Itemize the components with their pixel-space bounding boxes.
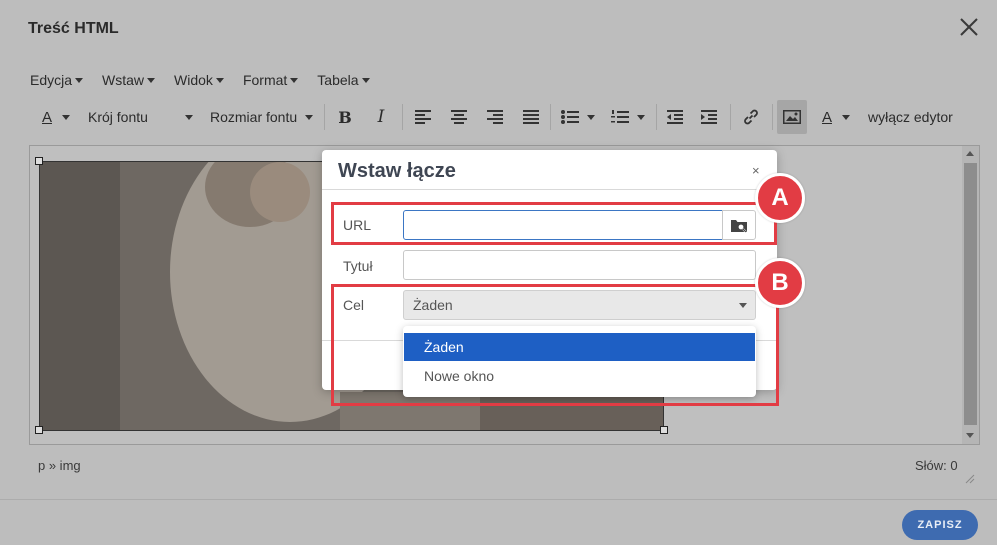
window-title: Treść HTML — [28, 20, 119, 37]
element-path: p » img — [38, 458, 81, 473]
outdent-button[interactable] — [662, 100, 688, 134]
numbered-list-button[interactable] — [606, 100, 650, 134]
indent-icon — [701, 110, 717, 124]
footer-divider — [0, 499, 997, 500]
chevron-down-icon — [184, 114, 193, 120]
align-justify-button[interactable] — [518, 100, 544, 134]
toolbar-separator — [656, 104, 657, 130]
background-color-icon: A — [821, 108, 832, 126]
menu-edycja[interactable]: Edycja — [30, 68, 84, 92]
annotation-box-a — [331, 202, 777, 245]
scroll-thumb[interactable] — [964, 163, 977, 425]
word-count: Słów: 0 — [915, 458, 958, 473]
numbered-list-icon — [611, 110, 629, 123]
align-left-icon — [415, 110, 431, 124]
font-size-select[interactable]: Rozmiar fontu — [210, 100, 325, 134]
align-left-button[interactable] — [410, 100, 436, 134]
title-input[interactable] — [403, 250, 756, 280]
align-right-icon — [487, 110, 503, 124]
menu-tabela[interactable]: Tabela — [317, 68, 370, 92]
text-color-button[interactable]: A — [34, 100, 78, 134]
align-justify-icon — [523, 110, 539, 124]
resize-handle[interactable] — [35, 426, 43, 434]
bullet-list-button[interactable] — [556, 100, 600, 134]
indent-button[interactable] — [696, 100, 722, 134]
menu-widok[interactable]: Widok — [174, 68, 224, 92]
image-icon — [783, 110, 801, 124]
menu-format[interactable]: Format — [242, 68, 299, 92]
toolbar-separator — [402, 104, 403, 130]
link-icon — [744, 109, 758, 125]
dialog-title: Wstaw łącze — [338, 160, 456, 182]
close-icon[interactable]: × — [752, 163, 760, 178]
menubar: Edycja Wstaw Widok Format Tabela — [30, 68, 389, 92]
annotation-box-b — [331, 284, 779, 406]
background-color-button[interactable]: A — [814, 100, 858, 134]
annotation-badge-a: A — [755, 173, 805, 223]
title-label: Tytuł — [343, 258, 373, 274]
scroll-up-icon[interactable] — [966, 151, 974, 156]
toolbar-separator — [550, 104, 551, 130]
chevron-down-icon — [215, 77, 224, 83]
menu-label: Tabela — [317, 72, 359, 88]
resize-grip-icon[interactable] — [963, 472, 975, 484]
toolbar-separator — [772, 104, 773, 130]
resize-handle[interactable] — [35, 157, 43, 165]
annotation-badge-b: B — [755, 258, 805, 308]
menu-label: Wstaw — [102, 72, 145, 88]
scroll-down-icon[interactable] — [966, 433, 974, 438]
chevron-down-icon — [842, 114, 850, 120]
disable-editor-button[interactable]: wyłącz edytor — [868, 100, 968, 134]
save-button[interactable]: ZAPISZ — [902, 510, 978, 540]
menu-label: Widok — [174, 72, 213, 88]
chevron-down-icon — [637, 114, 645, 120]
font-family-select[interactable]: Krój fontu — [88, 100, 198, 134]
font-family-label: Krój fontu — [88, 109, 148, 125]
italic-button[interactable]: I — [368, 100, 394, 134]
menu-label: Edycja — [30, 72, 73, 88]
chevron-down-icon — [305, 114, 314, 120]
outdent-icon — [667, 110, 683, 124]
chevron-down-icon — [62, 114, 70, 120]
bold-button[interactable]: B — [332, 100, 358, 134]
bullet-list-icon — [561, 110, 579, 124]
text-color-icon: A — [41, 108, 52, 126]
menu-wstaw[interactable]: Wstaw — [102, 68, 156, 92]
menu-label: Format — [242, 72, 288, 88]
chevron-down-icon — [75, 77, 84, 83]
font-size-label: Rozmiar fontu — [210, 109, 298, 125]
resize-handle[interactable] — [660, 426, 668, 434]
toolbar-separator — [730, 104, 731, 130]
insert-link-button[interactable] — [738, 100, 764, 134]
chevron-down-icon — [290, 77, 299, 83]
dialog-divider — [322, 189, 777, 190]
editor-scrollbar[interactable] — [962, 146, 979, 444]
insert-image-button[interactable] — [777, 100, 807, 134]
close-window-icon[interactable] — [956, 14, 982, 40]
chevron-down-icon — [587, 114, 595, 120]
chevron-down-icon — [147, 77, 156, 83]
toolbar-separator — [324, 104, 325, 130]
align-right-button[interactable] — [482, 100, 508, 134]
toolbar: A Krój fontu Rozmiar fontu B I A wyłącz … — [30, 100, 970, 134]
chevron-down-icon — [361, 77, 370, 83]
align-center-button[interactable] — [446, 100, 472, 134]
align-center-icon — [451, 110, 467, 124]
